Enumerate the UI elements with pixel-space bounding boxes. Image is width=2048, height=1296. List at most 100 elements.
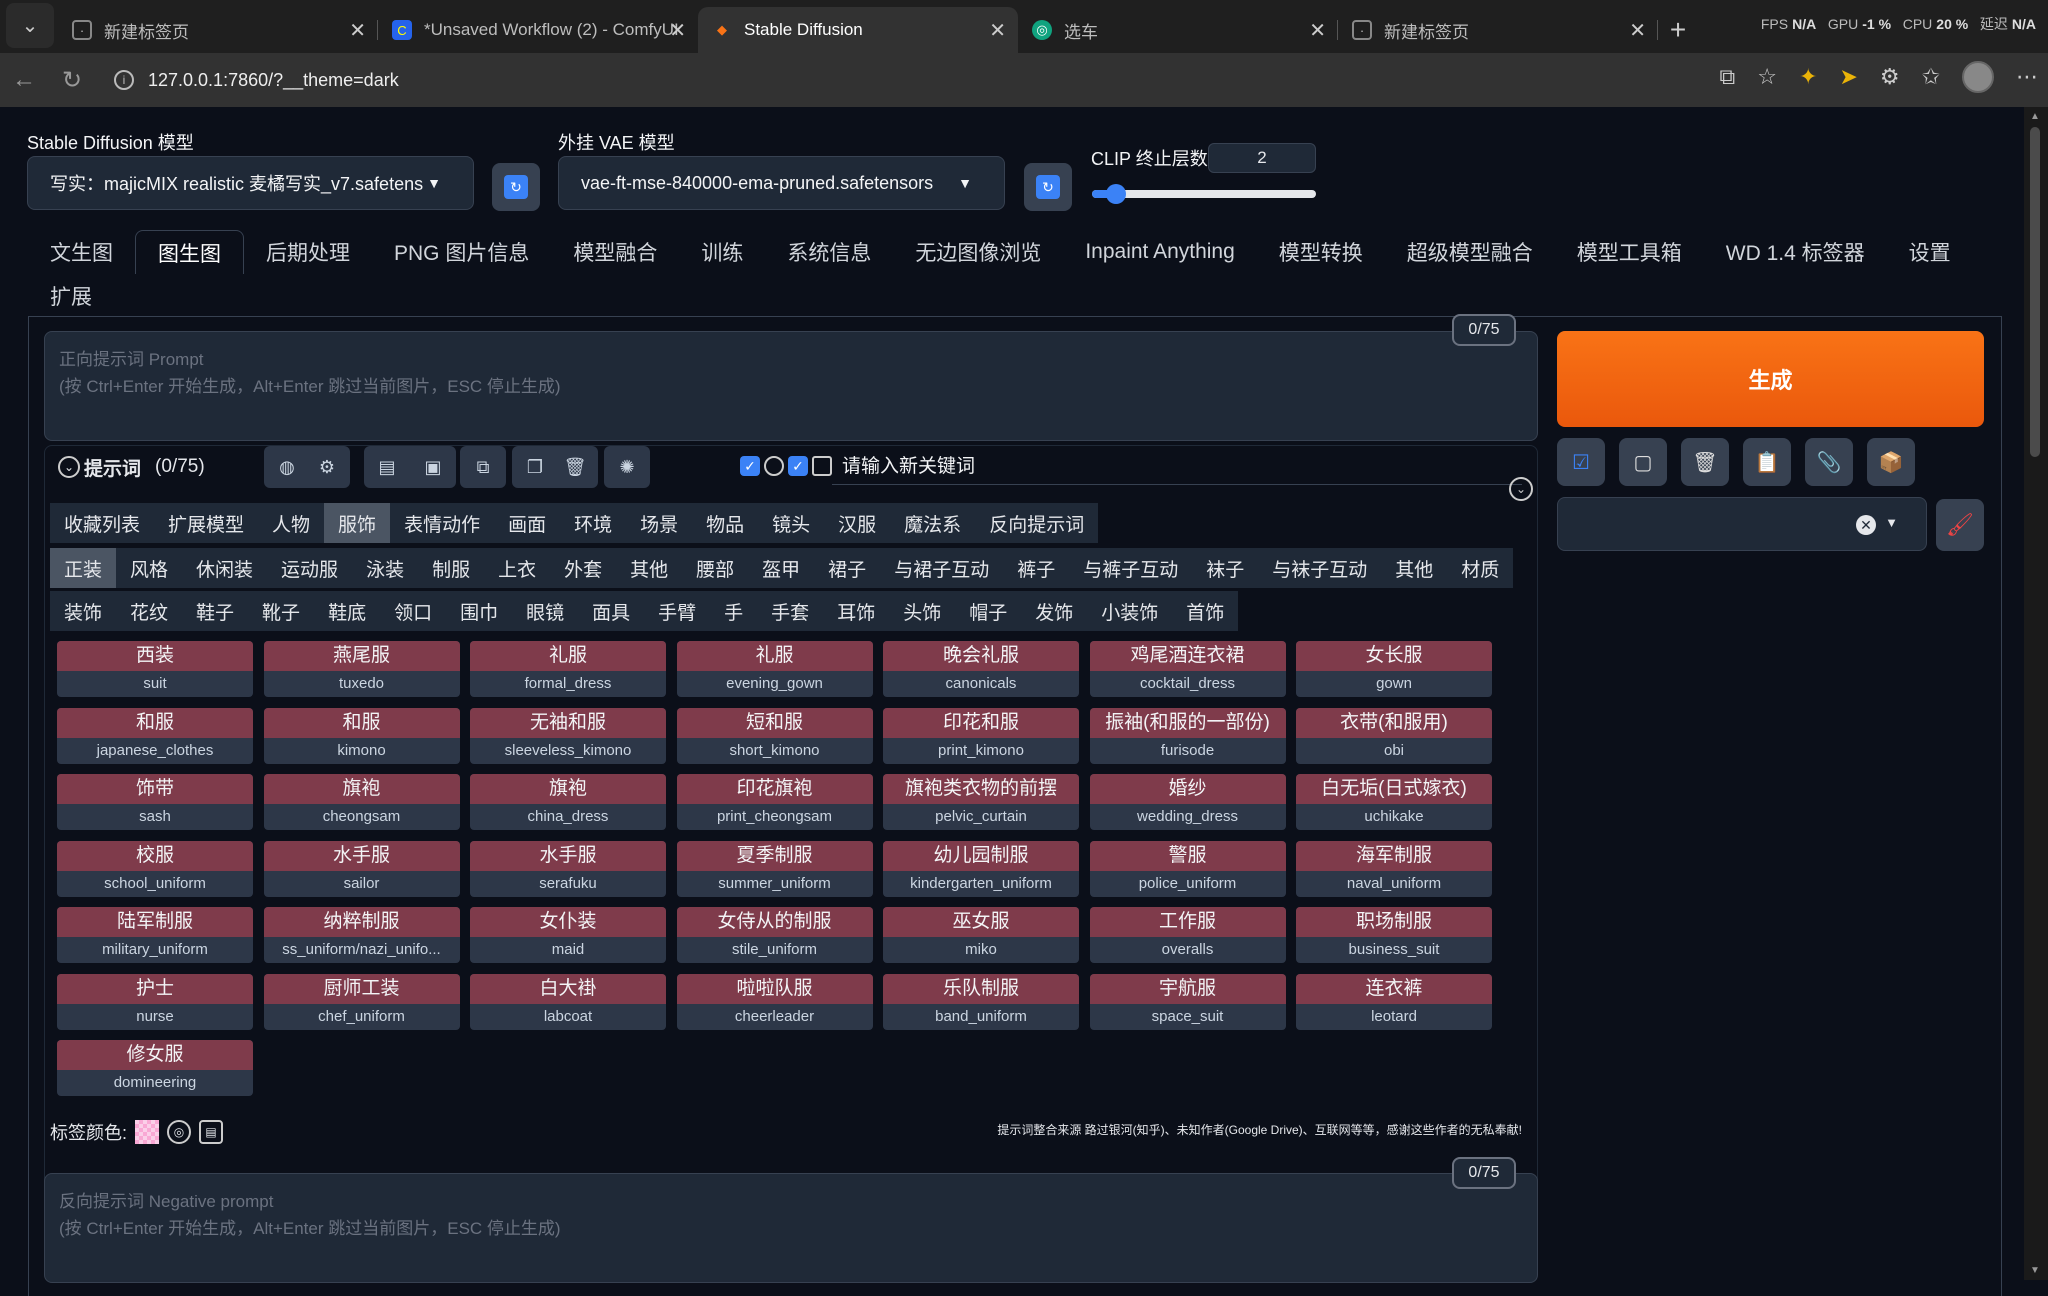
prompt-tag-button[interactable]: 女仆装 maid — [470, 907, 666, 963]
subcategory-tab[interactable]: 腰部 — [682, 548, 748, 588]
close-tab-icon[interactable]: ✕ — [1309, 18, 1326, 43]
prompt-tag-button[interactable]: 警服 police_uniform — [1089, 840, 1286, 897]
subcategory-tab[interactable]: 围巾 — [446, 591, 512, 631]
collapse-chevron-icon[interactable]: ⌄ — [58, 456, 80, 478]
main-tab[interactable]: 无边图像浏览 — [893, 230, 1063, 274]
category-tab[interactable]: 魔法系 — [890, 503, 975, 543]
main-tab[interactable]: 系统信息 — [765, 230, 893, 274]
scroll-up-icon[interactable]: ▲ — [2030, 111, 2040, 122]
subcategory-tab[interactable]: 盔甲 — [748, 548, 814, 588]
prompt-tag-button[interactable]: 宇航服 space_suit — [1089, 973, 1286, 1030]
prompt-tag-button[interactable]: 啦啦队服 cheerleader — [676, 973, 873, 1030]
vae-select[interactable]: vae-ft-mse-840000-ema-pruned.safetensors… — [558, 156, 1005, 210]
subcategory-tab[interactable]: 正装 — [50, 548, 117, 588]
subcategory-tab[interactable]: 头饰 — [889, 591, 955, 631]
prompt-tag-button[interactable]: 衣带(和服用) obi — [1296, 707, 1492, 764]
prompt-tag-button[interactable]: 鸡尾酒连衣裙 cocktail_dress — [1089, 641, 1286, 697]
subcategory-tab[interactable]: 裙子 — [814, 548, 880, 588]
slider-handle[interactable] — [1106, 184, 1126, 204]
subcategory-tab[interactable]: 与裙子互动 — [880, 548, 1003, 588]
main-tab[interactable]: 模型融合 — [551, 230, 679, 274]
prompt-tag-button[interactable]: 和服 kimono — [263, 707, 460, 764]
prompt-tag-button[interactable]: 短和服 short_kimono — [676, 707, 873, 764]
favorites-icon[interactable]: ✩ — [1922, 64, 1940, 90]
more-menu-icon[interactable]: ⋯ — [2016, 64, 2038, 90]
prompt-tag-button[interactable]: 白无垢(日式嫁衣) uchikake — [1296, 774, 1492, 830]
prompt-tag-button[interactable]: 礼服 evening_gown — [676, 641, 873, 697]
main-tab[interactable]: 图生图 — [135, 230, 244, 274]
subcategory-tab[interactable]: 外套 — [550, 548, 616, 588]
expand-chevron-icon[interactable]: ⌄ — [1509, 477, 1533, 501]
tag-panel-header[interactable]: ⌄ 提示词 (0/75) — [58, 446, 205, 488]
paste-icon[interactable]: ▢ — [1619, 438, 1667, 486]
browser-tab-active[interactable]: ◆ Stable Diffusion ✕ — [698, 7, 1018, 53]
main-tab[interactable]: 文生图 — [28, 230, 135, 274]
reset-color-icon[interactable]: ◎ — [167, 1120, 192, 1144]
subcategory-tab[interactable]: 上衣 — [484, 548, 550, 588]
subcategory-tab[interactable]: 裤子 — [1003, 548, 1069, 588]
subcategory-tab[interactable]: 装饰 — [50, 591, 116, 631]
scrollbar-thumb[interactable] — [2030, 127, 2040, 457]
main-tab[interactable]: WD 1.4 标签器 — [1704, 230, 1887, 274]
prompt-tag-button[interactable]: 纳粹制服 ss_uniform/nazi_unifo... — [263, 907, 460, 963]
prompt-tag-button[interactable]: 女侍从的制服 stile_uniform — [676, 907, 873, 963]
scroll-down-icon[interactable]: ▼ — [2030, 1265, 2040, 1276]
tab-actions-menu-icon[interactable]: ⌄ — [6, 3, 54, 48]
prompt-tag-button[interactable]: 印花旗袍 print_cheongsam — [676, 774, 873, 830]
subcategory-tab[interactable]: 与裤子互动 — [1069, 548, 1192, 588]
subcategory-tab[interactable]: 耳饰 — [823, 591, 889, 631]
subcategory-tab[interactable]: 手 — [710, 591, 757, 631]
browser-tab[interactable]: C *Unsaved Workflow (2) - ComfyUI ✕ — [378, 7, 698, 53]
prompt-tag-button[interactable]: 晚会礼服 canonicals — [883, 641, 1079, 697]
model-refresh-button[interactable]: ↻ — [492, 163, 540, 211]
subcategory-tab[interactable]: 帽子 — [955, 591, 1021, 631]
main-tab[interactable]: 模型工具箱 — [1555, 230, 1704, 274]
styles-select[interactable]: ✕ ▼ — [1557, 497, 1927, 551]
page-scrollbar[interactable]: ▲ ▼ — [2024, 107, 2048, 1280]
subcategory-tab[interactable]: 手臂 — [644, 591, 710, 631]
browser-tab[interactable]: ◎ 选车 ✕ — [1018, 7, 1338, 53]
category-tab[interactable]: 反向提示词 — [975, 503, 1098, 543]
prompt-tag-button[interactable]: 护士 nurse — [57, 973, 253, 1030]
subcategory-tab[interactable]: 首饰 — [1172, 591, 1238, 631]
prompt-tag-button[interactable]: 夏季制服 summer_uniform — [676, 840, 873, 897]
browser-tab[interactable]: · 新建标签页 ✕ — [58, 7, 378, 53]
negative-prompt-textarea[interactable]: 反向提示词 Negative prompt (按 Ctrl+Enter 开始生成… — [44, 1173, 1538, 1283]
new-tab-plus-icon[interactable]: + — [1658, 7, 1698, 53]
text-ab-icon[interactable]: ⧉ — [470, 454, 496, 480]
prompt-tag-button[interactable]: 婚纱 wedding_dress — [1089, 774, 1286, 830]
category-tab[interactable]: 物品 — [692, 503, 758, 543]
clip-skip-input[interactable]: 2 — [1208, 143, 1316, 173]
back-arrow-icon[interactable]: ← — [0, 66, 48, 94]
subcategory-tab[interactable]: 眼镜 — [512, 591, 578, 631]
subcategory-tab[interactable]: 发饰 — [1021, 591, 1087, 631]
keyword-input[interactable]: 请输入新关键词 — [832, 449, 1522, 485]
prompt-tag-button[interactable]: 水手服 sailor — [263, 840, 460, 897]
prompt-tag-button[interactable]: 饰带 sash — [57, 774, 253, 830]
extension-icon[interactable]: ➤ — [1839, 64, 1857, 90]
translate-icon[interactable]: ⧉ — [1720, 64, 1736, 90]
prompt-tag-button[interactable]: 西装 suit — [57, 641, 253, 697]
category-tab[interactable]: 汉服 — [824, 503, 890, 543]
category-tab[interactable]: 环境 — [560, 503, 626, 543]
prompt-tag-button[interactable]: 振袖(和服的一部份) furisode — [1089, 707, 1286, 764]
extensions-puzzle-icon[interactable]: ⚙ — [1880, 64, 1900, 90]
clear-icon[interactable]: ✕ — [1856, 515, 1876, 535]
subcategory-tab[interactable]: 其他 — [616, 548, 682, 588]
color-swatch[interactable] — [135, 1120, 160, 1144]
vae-refresh-button[interactable]: ↻ — [1024, 163, 1072, 211]
prompt-tag-button[interactable]: 印花和服 print_kimono — [883, 707, 1079, 764]
prompt-tag-button[interactable]: 职场制服 business_suit — [1296, 907, 1492, 963]
package-icon[interactable]: 📦 — [1867, 438, 1915, 486]
prompt-tag-button[interactable]: 厨师工装 chef_uniform — [263, 973, 460, 1030]
prompt-tag-button[interactable]: 水手服 serafuku — [470, 840, 666, 897]
subcategory-tab[interactable]: 手套 — [757, 591, 823, 631]
category-tab[interactable]: 扩展模型 — [154, 503, 258, 543]
delete-icon[interactable]: 🗑 — [562, 454, 588, 480]
bookmark-icon[interactable]: ▣ — [420, 454, 446, 480]
subcategory-tab[interactable]: 鞋子 — [182, 591, 248, 631]
openai-icon[interactable]: ✺ — [614, 454, 640, 480]
site-info-icon[interactable]: i — [114, 70, 134, 90]
category-tab[interactable]: 人物 — [258, 503, 324, 543]
category-tab[interactable]: 表情动作 — [390, 503, 494, 543]
